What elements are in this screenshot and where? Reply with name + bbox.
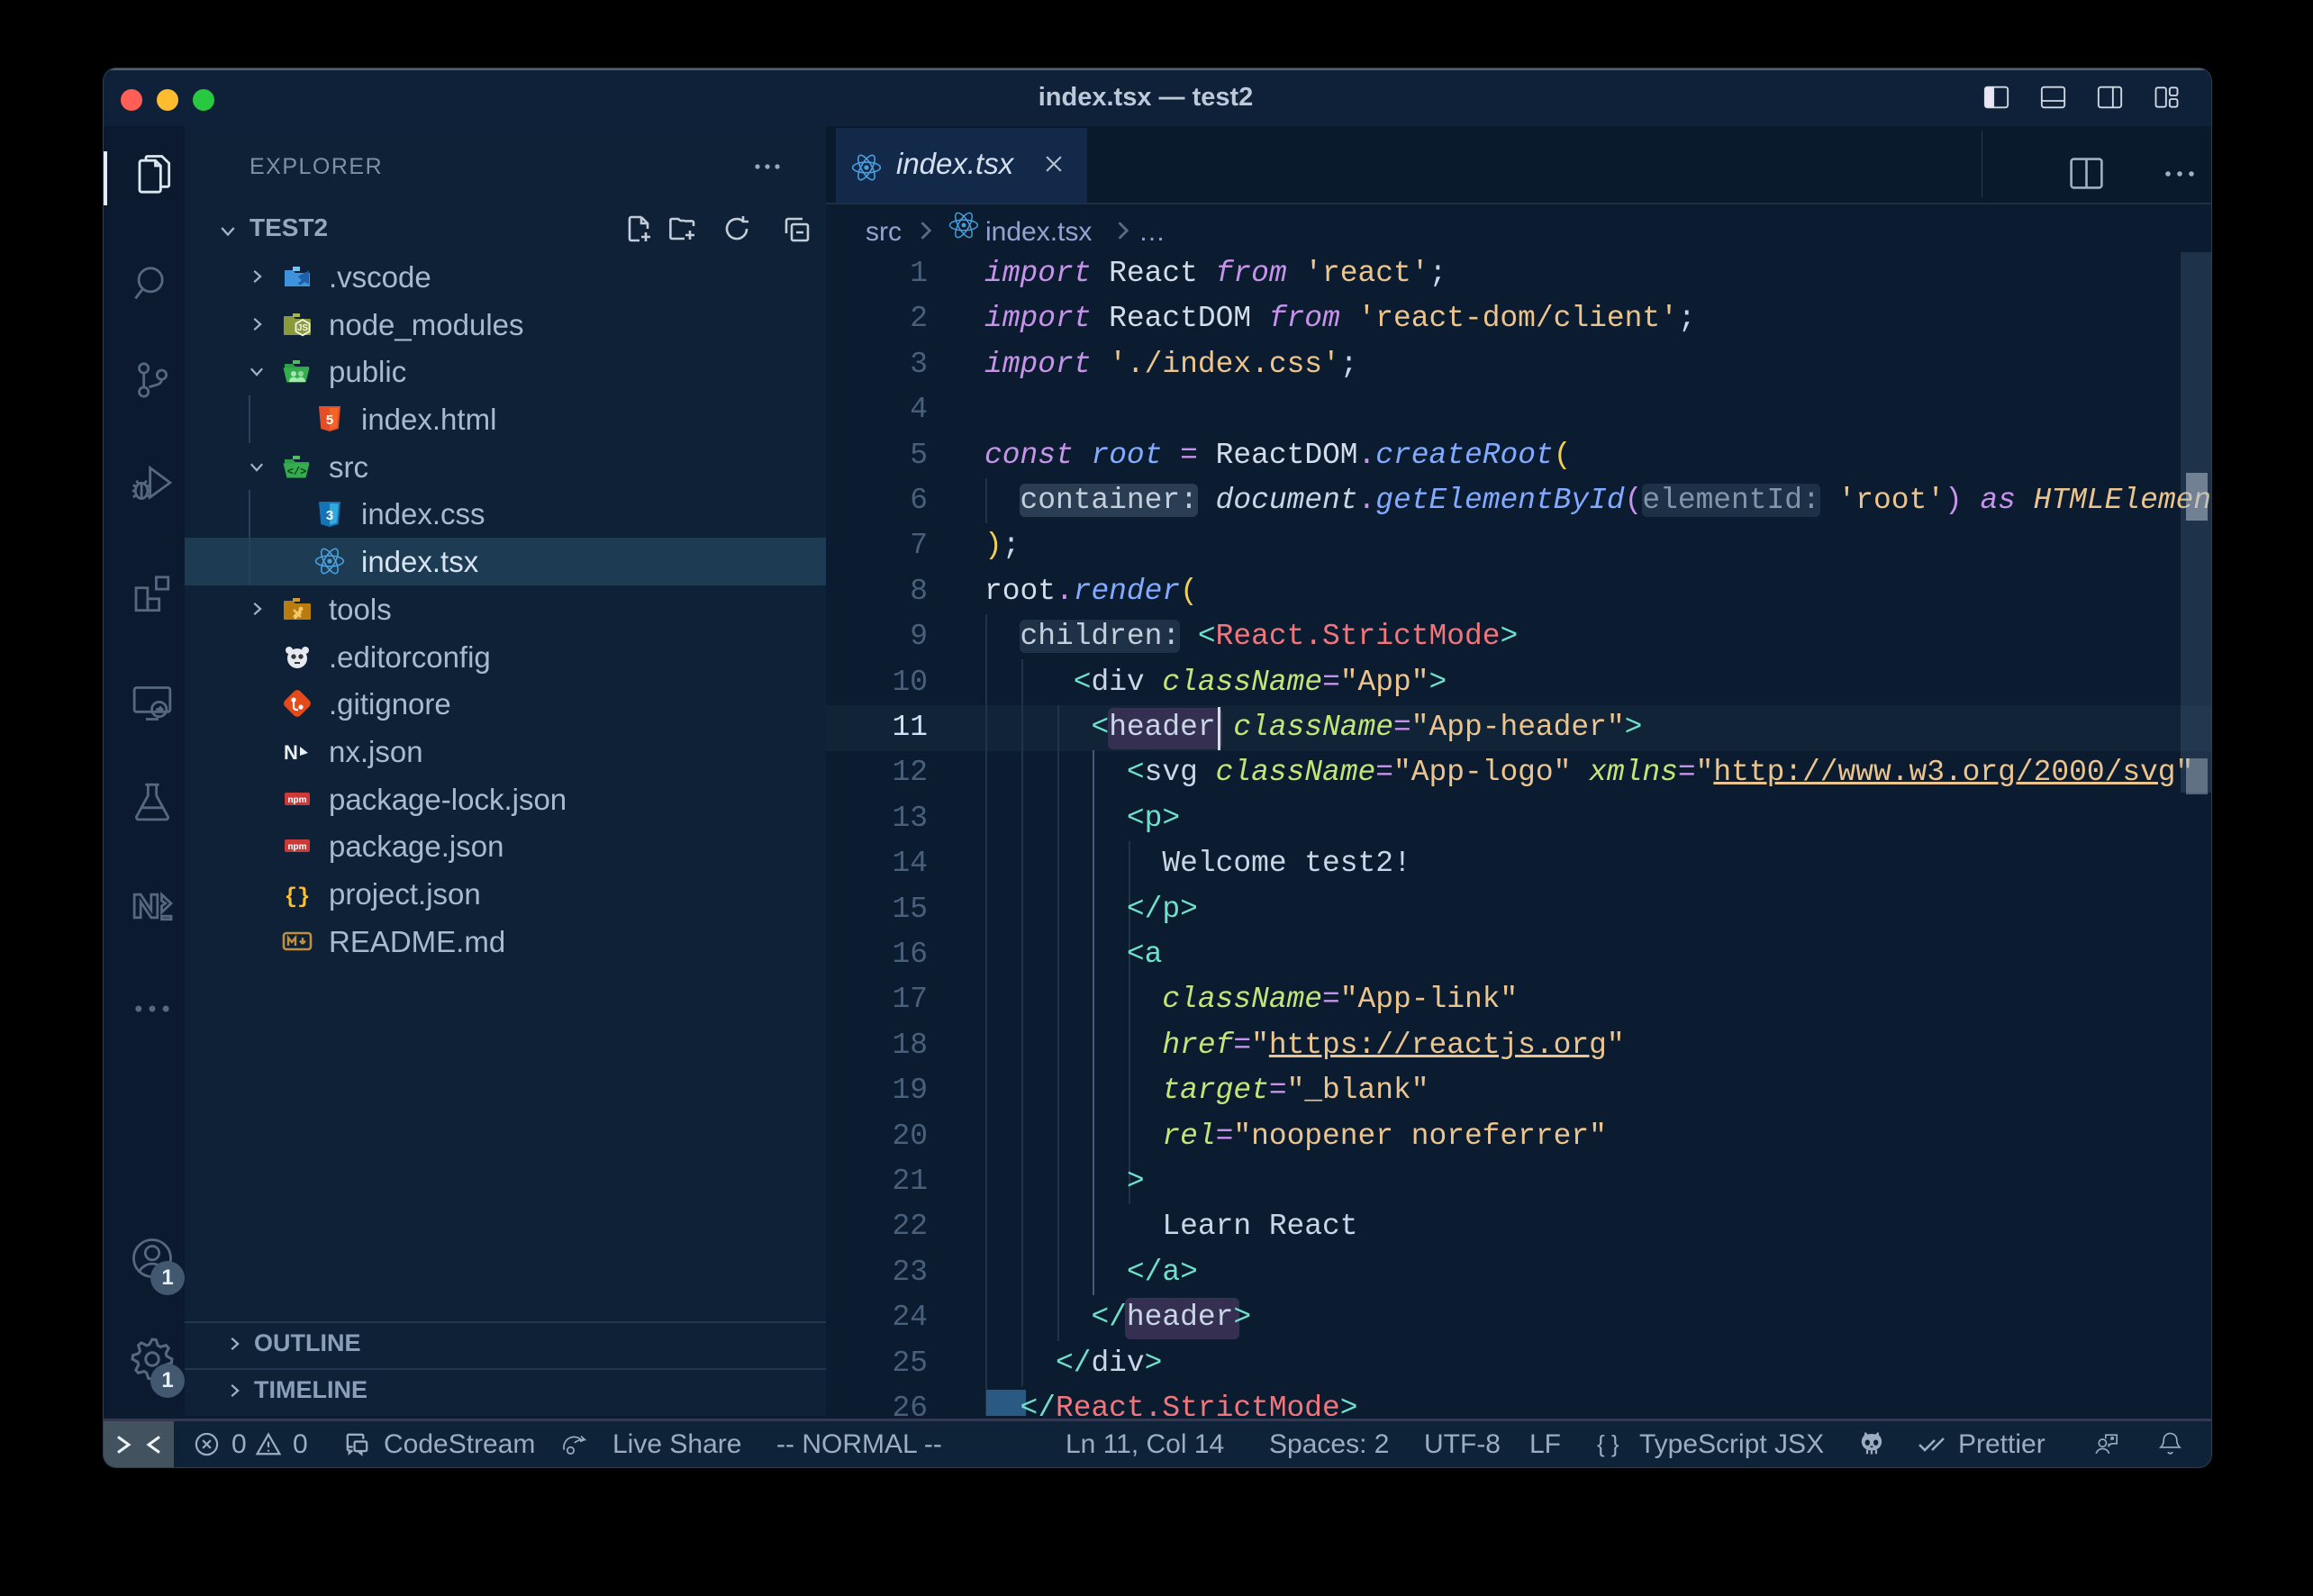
svg-text:JS: JS — [297, 323, 309, 333]
svg-text:3: 3 — [326, 508, 333, 523]
svg-text:{}: {} — [285, 885, 311, 909]
svg-text:</>: </> — [287, 466, 307, 478]
svg-text:npm: npm — [287, 842, 306, 852]
svg-text:N: N — [284, 741, 298, 764]
svg-text:5: 5 — [326, 413, 333, 428]
svg-text:npm: npm — [287, 795, 306, 805]
